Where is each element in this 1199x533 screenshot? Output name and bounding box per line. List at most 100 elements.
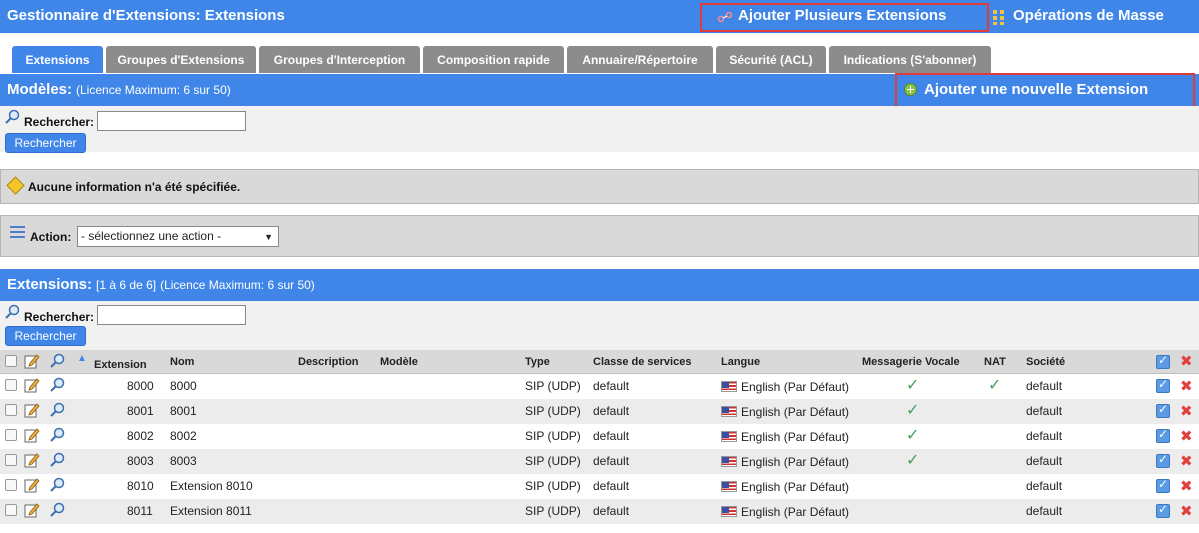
templates-license: (Licence Maximum: 6 sur 50) bbox=[76, 83, 231, 97]
edit-icon[interactable] bbox=[24, 353, 40, 369]
row-checkbox[interactable] bbox=[5, 504, 17, 516]
tab-directory[interactable]: Annuaire/Répertoire bbox=[567, 46, 713, 73]
row-edit-icon[interactable] bbox=[1156, 452, 1170, 468]
tab-extension-groups[interactable]: Groupes d'Extensions bbox=[106, 46, 256, 73]
cell-nom: 8003 bbox=[170, 454, 197, 468]
row-delete-icon[interactable]: ✖ bbox=[1180, 452, 1193, 470]
col-societe[interactable]: Société bbox=[1026, 356, 1065, 368]
table-row: 8002 8002 SIP (UDP) default English (Par Déf… bbox=[0, 424, 1199, 449]
col-messagerie[interactable]: Messagerie Vocale bbox=[862, 356, 960, 368]
view-icon[interactable] bbox=[49, 502, 65, 518]
search-icon bbox=[5, 304, 20, 319]
us-flag-icon bbox=[721, 506, 737, 517]
row-edit-icon[interactable] bbox=[1156, 377, 1170, 393]
col-classe[interactable]: Classe de services bbox=[593, 356, 691, 368]
action-label: Action: bbox=[30, 230, 72, 244]
cell-nom: 8000 bbox=[170, 379, 197, 393]
row-checkbox[interactable] bbox=[5, 479, 17, 491]
notice-text: Aucune information n'a été spécifiée. bbox=[28, 180, 241, 194]
row-checkbox[interactable] bbox=[5, 379, 17, 391]
table-row: 8001 8001 SIP (UDP) default English (Par Déf… bbox=[0, 399, 1199, 424]
row-delete-icon[interactable]: ✖ bbox=[1180, 502, 1193, 520]
tab-bar: Extensions Groupes d'Extensions Groupes … bbox=[0, 46, 1199, 73]
add-circle-icon bbox=[904, 83, 917, 96]
cell-type: SIP (UDP) bbox=[525, 479, 581, 493]
edit-icon[interactable] bbox=[24, 477, 40, 493]
voicemail-enabled-icon: ✓ bbox=[906, 377, 920, 394]
cell-type: SIP (UDP) bbox=[525, 404, 581, 418]
row-delete-icon[interactable]: ✖ bbox=[1180, 427, 1193, 445]
templates-search-label: Rechercher: bbox=[24, 115, 95, 129]
table-header: ▲ Extension Nom Description Modèle Type … bbox=[0, 350, 1199, 374]
extensions-search-label: Rechercher: bbox=[24, 310, 95, 324]
table-row: 8003 8003 SIP (UDP) default English (Par Déf… bbox=[0, 449, 1199, 474]
col-langue[interactable]: Langue bbox=[721, 356, 760, 368]
cell-type: SIP (UDP) bbox=[525, 454, 581, 468]
search-icon bbox=[5, 109, 20, 124]
cell-classe: default bbox=[593, 404, 630, 418]
view-icon[interactable] bbox=[49, 477, 65, 493]
extensions-search-button[interactable]: Rechercher bbox=[5, 326, 86, 346]
edit-icon[interactable] bbox=[24, 502, 40, 518]
col-type[interactable]: Type bbox=[525, 356, 550, 368]
col-modele[interactable]: Modèle bbox=[380, 356, 418, 368]
us-flag-icon bbox=[721, 381, 737, 392]
extensions-title: Extensions: [1 à 6 de 6] (Licence Maximum:… bbox=[7, 276, 315, 293]
us-flag-icon bbox=[721, 481, 737, 492]
row-edit-icon[interactable] bbox=[1156, 477, 1170, 493]
cell-extension: 8000 bbox=[127, 379, 154, 393]
caret-down-icon: ▼ bbox=[264, 232, 273, 242]
tab-security-acl[interactable]: Sécurité (ACL) bbox=[716, 46, 826, 73]
tab-speed-dial[interactable]: Composition rapide bbox=[423, 46, 564, 73]
add-new-extension-button[interactable]: Ajouter une nouvelle Extension bbox=[924, 81, 1148, 98]
row-edit-icon[interactable] bbox=[1156, 427, 1170, 443]
page-title: Gestionnaire d'Extensions: Extensions bbox=[7, 7, 285, 24]
cell-extension: 8003 bbox=[127, 454, 154, 468]
edit-selected-icon[interactable] bbox=[1156, 353, 1170, 369]
view-icon[interactable] bbox=[49, 427, 65, 443]
us-flag-icon bbox=[721, 456, 737, 467]
row-edit-icon[interactable] bbox=[1156, 502, 1170, 518]
tab-subscribe[interactable]: Indications (S'abonner) bbox=[829, 46, 991, 73]
top-header: Gestionnaire d'Extensions: Extensions Aj… bbox=[0, 0, 1199, 33]
row-checkbox[interactable] bbox=[5, 404, 17, 416]
templates-search-button[interactable]: Rechercher bbox=[5, 133, 86, 153]
col-description[interactable]: Description bbox=[298, 356, 359, 368]
row-delete-icon[interactable]: ✖ bbox=[1180, 377, 1193, 395]
select-all-checkbox[interactable] bbox=[5, 355, 17, 367]
cell-type: SIP (UDP) bbox=[525, 379, 581, 393]
edit-icon[interactable] bbox=[24, 427, 40, 443]
row-checkbox[interactable] bbox=[5, 429, 17, 441]
col-extension[interactable]: Extension bbox=[94, 359, 147, 371]
templates-search-input[interactable] bbox=[97, 111, 246, 131]
extensions-search-input[interactable] bbox=[97, 305, 246, 325]
cell-classe: default bbox=[593, 454, 630, 468]
cell-langue: English (Par Défaut) bbox=[721, 430, 849, 444]
action-select[interactable]: - sélectionnez une action - ▼ bbox=[77, 226, 279, 247]
row-checkbox[interactable] bbox=[5, 454, 17, 466]
tab-pickup-groups[interactable]: Groupes d'Interception bbox=[259, 46, 420, 73]
row-edit-icon[interactable] bbox=[1156, 402, 1170, 418]
row-delete-icon[interactable]: ✖ bbox=[1180, 477, 1193, 495]
delete-selected-icon[interactable]: ✖ bbox=[1180, 352, 1193, 370]
cell-classe: default bbox=[593, 504, 630, 518]
add-multiple-extensions-button[interactable]: Ajouter Plusieurs Extensions bbox=[738, 7, 946, 24]
voicemail-enabled-icon: ✓ bbox=[906, 427, 920, 444]
search-icon[interactable] bbox=[49, 353, 65, 369]
table-row: 8011 Extension 8011 SIP (UDP) default Englis… bbox=[0, 499, 1199, 524]
edit-icon[interactable] bbox=[24, 377, 40, 393]
nat-enabled-icon: ✓ bbox=[988, 377, 1002, 394]
col-nom[interactable]: Nom bbox=[170, 356, 194, 368]
col-nat[interactable]: NAT bbox=[984, 356, 1006, 368]
view-icon[interactable] bbox=[49, 452, 65, 468]
view-icon[interactable] bbox=[49, 402, 65, 418]
edit-icon[interactable] bbox=[24, 402, 40, 418]
row-delete-icon[interactable]: ✖ bbox=[1180, 402, 1193, 420]
tab-extensions[interactable]: Extensions bbox=[12, 46, 103, 73]
view-icon[interactable] bbox=[49, 377, 65, 393]
cell-langue: English (Par Défaut) bbox=[721, 405, 849, 419]
cell-societe: default bbox=[1026, 479, 1063, 493]
bulk-operations-button[interactable]: Opérations de Masse bbox=[1013, 7, 1164, 24]
table-row: 8010 Extension 8010 SIP (UDP) default Englis… bbox=[0, 474, 1199, 499]
edit-icon[interactable] bbox=[24, 452, 40, 468]
